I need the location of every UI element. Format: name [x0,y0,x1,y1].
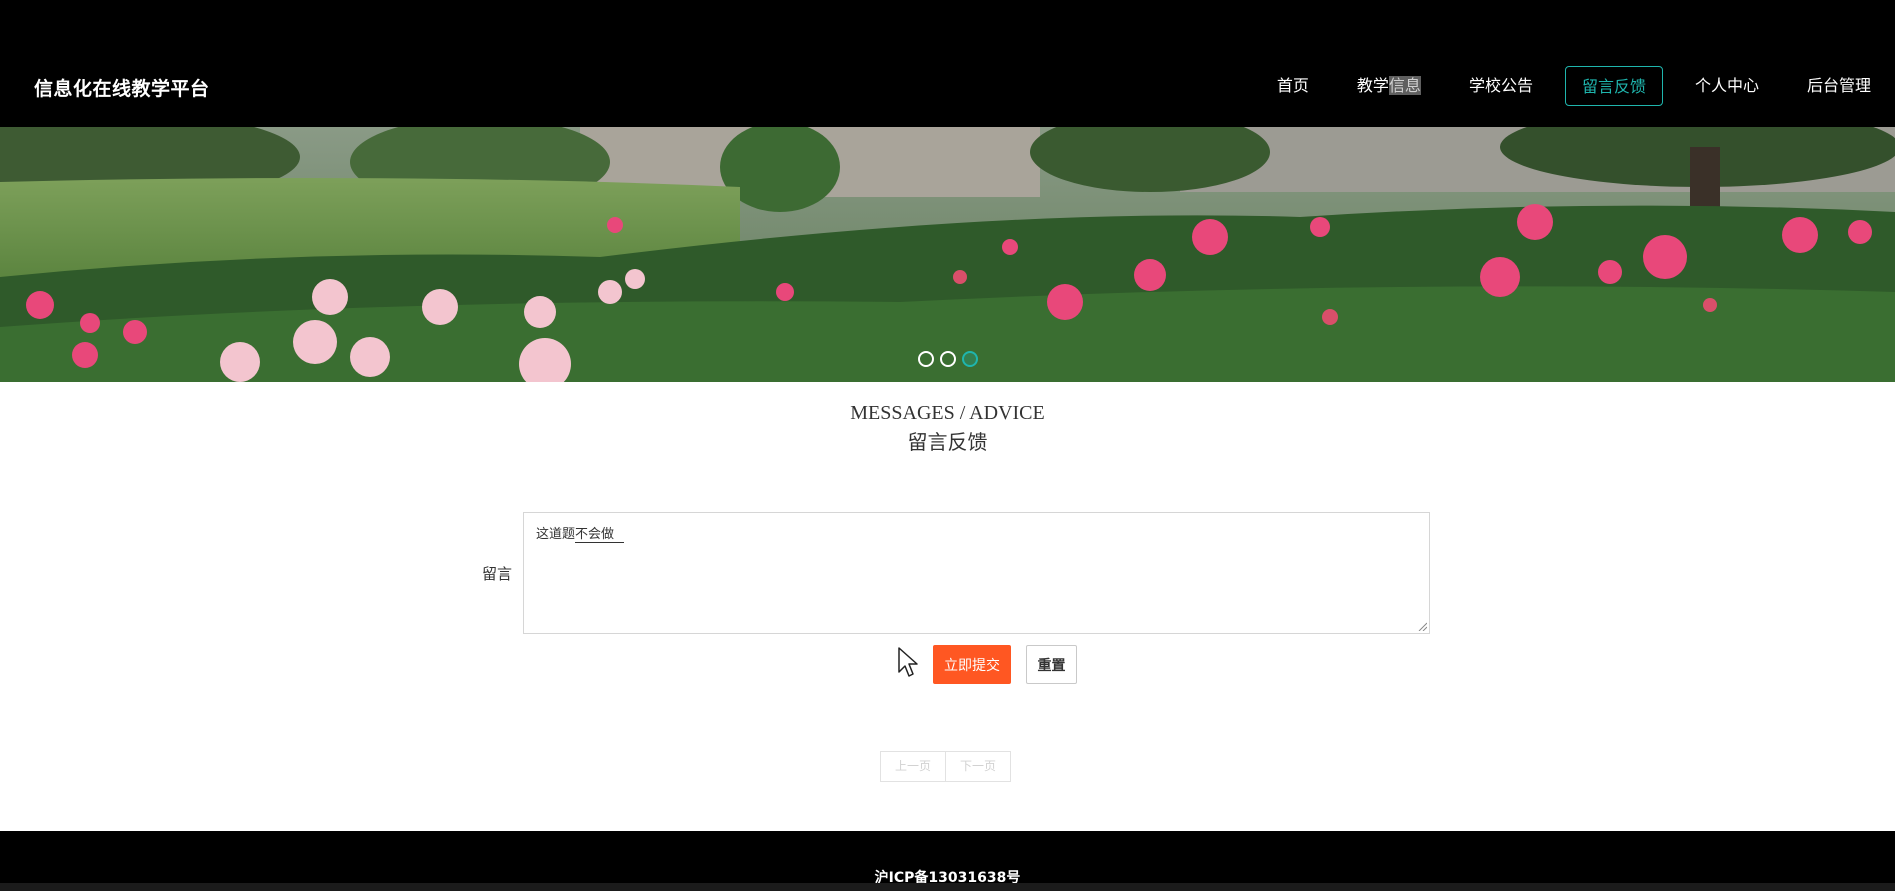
nav-item-home[interactable]: 首页 [1261,66,1325,106]
message-text-plain: 这道题 [536,527,576,542]
next-page-button[interactable]: 下一页 [946,751,1012,782]
carousel-dot-1[interactable] [918,351,934,367]
carousel-dot-2[interactable] [940,351,956,367]
reset-button[interactable]: 重置 [1026,645,1077,684]
section-title-cn: 留言反馈 [907,430,988,454]
banner-carousel[interactable] [0,127,1895,382]
nav-item-teaching-info-highlight: 信息 [1388,76,1421,95]
carousel-indicators [918,351,978,367]
mouse-cursor-icon [898,647,918,677]
pagination: 上一页 下一页 [880,751,1012,782]
nav-item-teaching-info[interactable]: 教学信息 [1341,66,1437,106]
prev-page-button[interactable]: 上一页 [880,751,947,782]
section-title-en: MESSAGES / ADVICE [850,402,1045,424]
message-textarea[interactable]: 这道题不会做 [523,512,1430,634]
nav-item-feedback[interactable]: 留言反馈 [1564,66,1663,106]
peony-garden-photo [0,127,1895,382]
main-nav: 首页 教学信息 学校公告 留言反馈 个人中心 后台管理 [1253,66,1895,106]
nav-item-admin[interactable]: 后台管理 [1791,66,1887,106]
top-navbar: 信息化在线教学平台 首页 教学信息 学校公告 留言反馈 个人中心 后台管理 [0,0,1895,127]
footer-strip [0,883,1895,891]
message-label: 留言 [482,565,513,583]
nav-item-teaching-info-label: 教学 [1356,76,1389,95]
submit-button[interactable]: 立即提交 [933,645,1011,684]
message-text: 这道题不会做 [536,527,625,543]
nav-item-announcements[interactable]: 学校公告 [1453,66,1549,106]
nav-item-personal-center[interactable]: 个人中心 [1679,66,1775,106]
site-brand[interactable]: 信息化在线教学平台 [34,74,210,101]
carousel-dot-3[interactable] [962,351,978,367]
resize-grip-icon[interactable] [1417,621,1427,631]
page: 信息化在线教学平台 首页 教学信息 学校公告 留言反馈 个人中心 后台管理 ME… [0,0,1895,891]
message-text-underlined: 不会做 [575,527,625,543]
